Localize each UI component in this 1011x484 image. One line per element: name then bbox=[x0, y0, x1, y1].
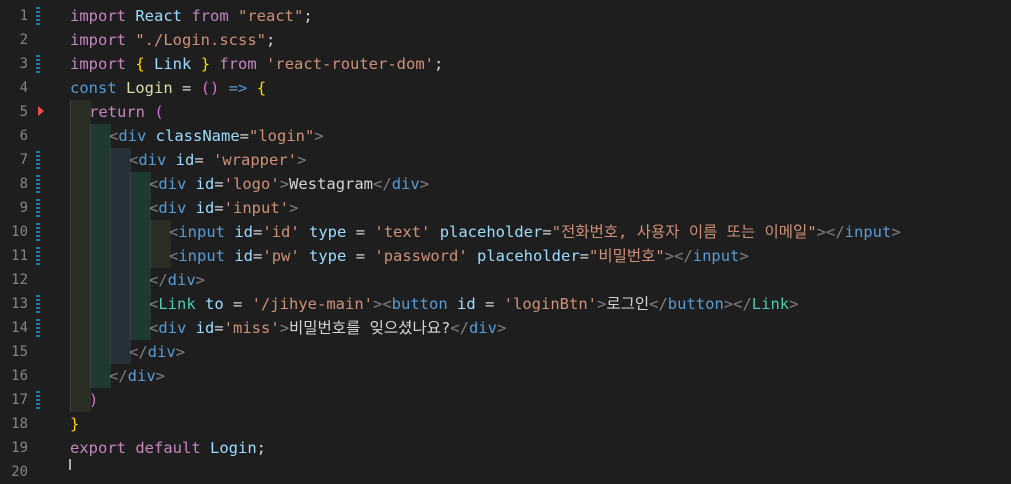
code-line[interactable]: 17 ) bbox=[0, 388, 1011, 412]
line-number: 9 bbox=[19, 200, 28, 216]
gutter-modified-marker[interactable] bbox=[36, 7, 40, 25]
line-number: 12 bbox=[11, 272, 28, 288]
code-line[interactable]: 8 <div id='logo'>Westagram</div> bbox=[0, 172, 1011, 196]
code-text: } bbox=[70, 415, 80, 433]
gutter-modified-marker[interactable] bbox=[36, 391, 40, 409]
code-line[interactable]: 12 </div> bbox=[0, 268, 1011, 292]
gutter-modified-marker[interactable] bbox=[36, 175, 40, 193]
code-line[interactable]: 4 const Login = () => { bbox=[0, 76, 1011, 100]
line-number: 17 bbox=[11, 392, 28, 408]
code-text: <Link to = '/jihye-main'><button id = 'l… bbox=[149, 295, 799, 313]
gutter-modified-marker[interactable] bbox=[36, 295, 40, 313]
line-number: 1 bbox=[19, 8, 28, 24]
code-text: <div id= 'wrapper'> bbox=[129, 151, 307, 169]
line-number: 8 bbox=[19, 176, 28, 192]
code-text: <div id='logo'>Westagram</div> bbox=[149, 175, 430, 193]
code-text: import React from "react"; bbox=[70, 7, 313, 25]
line-number: 3 bbox=[19, 56, 28, 72]
code-line[interactable]: 15 </div> bbox=[0, 340, 1011, 364]
line-number: 20 bbox=[11, 464, 28, 480]
code-text: import "./Login.scss"; bbox=[70, 31, 276, 49]
code-line[interactable]: 6 <div className="login"> bbox=[0, 124, 1011, 148]
code-text: export default Login; bbox=[70, 439, 267, 457]
code-text: </div> bbox=[109, 367, 166, 385]
code-text: ) bbox=[89, 391, 99, 409]
code-line[interactable]: 20 bbox=[0, 460, 1011, 484]
code-line[interactable]: 10 <input id='id' type = 'text' placehol… bbox=[0, 220, 1011, 244]
code-line[interactable]: 2 import "./Login.scss"; bbox=[0, 28, 1011, 52]
line-number: 11 bbox=[11, 248, 28, 264]
gutter-modified-marker[interactable] bbox=[36, 151, 40, 169]
code-editor[interactable]: 1 import React from "react"; 2 import ".… bbox=[0, 0, 1011, 480]
code-text: <div id='miss'>비밀번호를 잊으셨나요?</div> bbox=[149, 319, 507, 337]
line-number: 5 bbox=[19, 104, 28, 120]
gutter-modified-marker[interactable] bbox=[36, 55, 40, 73]
line-number: 19 bbox=[11, 440, 28, 456]
code-text: import { Link } from 'react-router-dom'; bbox=[70, 55, 444, 73]
code-text: <div id='input'> bbox=[149, 199, 299, 217]
line-number: 15 bbox=[11, 344, 28, 360]
code-text: const Login = () => { bbox=[70, 79, 267, 97]
code-text: </div> bbox=[149, 271, 206, 289]
code-line[interactable]: 7 <div id= 'wrapper'> bbox=[0, 148, 1011, 172]
line-number: 4 bbox=[19, 80, 28, 96]
code-text: <input id='id' type = 'text' placeholder… bbox=[169, 223, 901, 241]
line-number: 18 bbox=[11, 416, 28, 432]
line-number: 10 bbox=[11, 224, 28, 240]
line-number: 13 bbox=[11, 296, 28, 312]
code-line[interactable]: 5 return ( bbox=[0, 100, 1011, 124]
gutter-modified-marker[interactable] bbox=[36, 199, 40, 217]
code-line[interactable]: 19 export default Login; bbox=[0, 436, 1011, 460]
code-line[interactable]: 14 <div id='miss'>비밀번호를 잊으셨나요?</div> bbox=[0, 316, 1011, 340]
line-number: 6 bbox=[19, 128, 28, 144]
code-line[interactable]: 9 <div id='input'> bbox=[0, 196, 1011, 220]
code-line[interactable]: 16 </div> bbox=[0, 364, 1011, 388]
code-text: </div> bbox=[129, 343, 186, 361]
line-number: 7 bbox=[19, 152, 28, 168]
line-number: 16 bbox=[11, 368, 28, 384]
code-text: <input id='pw' type = 'password' placeho… bbox=[169, 247, 749, 265]
gutter-deleted-marker[interactable] bbox=[38, 106, 44, 116]
code-line[interactable]: 3 import { Link } from 'react-router-dom… bbox=[0, 52, 1011, 76]
gutter-modified-marker[interactable] bbox=[36, 223, 40, 241]
code-line[interactable]: 13 <Link to = '/jihye-main'><button id =… bbox=[0, 292, 1011, 316]
gutter-modified-marker[interactable] bbox=[36, 319, 40, 337]
text-cursor bbox=[69, 459, 71, 470]
code-line[interactable]: 1 import React from "react"; bbox=[0, 4, 1011, 28]
code-text: <div className="login"> bbox=[109, 127, 324, 145]
code-line[interactable]: 18 } bbox=[0, 412, 1011, 436]
code-line[interactable]: 11 <input id='pw' type = 'password' plac… bbox=[0, 244, 1011, 268]
code-text: return ( bbox=[89, 103, 164, 121]
gutter-modified-marker[interactable] bbox=[36, 247, 40, 265]
line-number: 14 bbox=[11, 320, 28, 336]
line-number: 2 bbox=[19, 32, 28, 48]
